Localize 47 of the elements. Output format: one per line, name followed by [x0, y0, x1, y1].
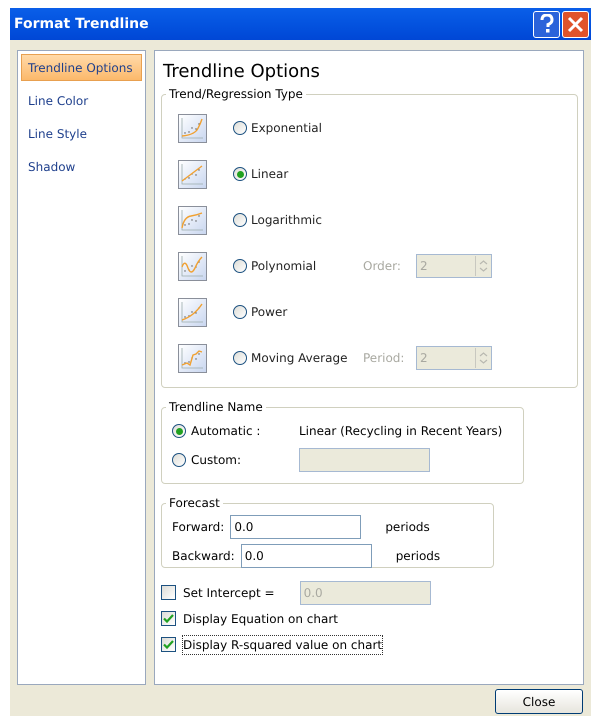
group-title: Forecast — [168, 495, 221, 512]
radio-button[interactable] — [233, 213, 247, 227]
sidebar-item[interactable]: Line Style — [21, 120, 142, 147]
close-icon — [567, 16, 584, 32]
forecast-field[interactable]: 0.0 — [230, 514, 362, 538]
forecast-field[interactable]: 0.0 — [240, 544, 372, 568]
option-label: Logarithmic — [251, 212, 322, 229]
help-icon — [540, 14, 554, 34]
option-label: Display Equation on chart — [183, 610, 338, 628]
radio-button[interactable] — [233, 167, 247, 181]
option-label: Linear — [251, 166, 288, 183]
sidebar-item[interactable]: Shadow — [21, 153, 142, 180]
field-label: Period: — [363, 350, 406, 367]
sidebar-item[interactable]: Trendline Options — [21, 54, 142, 81]
field-label: Backward: — [172, 548, 235, 564]
option-label: Exponential — [251, 120, 322, 137]
option-label: Power — [251, 304, 288, 321]
option-label: Moving Average — [251, 350, 348, 367]
radio-button[interactable] — [233, 121, 247, 135]
radio-button[interactable] — [172, 424, 186, 438]
unit-label: periods — [396, 548, 440, 564]
option-label: Automatic : — [191, 423, 260, 440]
field-label: Forward: — [172, 518, 224, 536]
trend-chart-icon — [178, 344, 207, 372]
sidebar-item[interactable]: Line Color — [21, 87, 142, 114]
unit-label: periods — [385, 518, 430, 536]
checkbox[interactable] — [161, 637, 176, 652]
trendline-name-text: Linear (Recycling in Recent Years) — [299, 423, 502, 440]
trend-chart-icon — [178, 298, 207, 326]
checkbox[interactable] — [161, 611, 176, 626]
group-title: Trend/Regression Type — [168, 86, 304, 103]
radio-button[interactable] — [233, 305, 247, 319]
help-button[interactable] — [533, 10, 560, 38]
group-title: Trendline Name — [168, 399, 264, 416]
option-label: Set Intercept = — [183, 584, 275, 602]
option-label: Polynomial — [251, 258, 316, 275]
close-dialog-button[interactable]: Close — [495, 689, 583, 714]
field-label: Order: — [363, 258, 402, 275]
panel-title: Trendline Options — [163, 60, 321, 84]
trend-chart-icon — [178, 160, 207, 188]
trend-chart-icon — [178, 206, 207, 234]
trend-chart-icon — [178, 252, 207, 280]
trend-chart-icon — [178, 114, 207, 142]
window-title: Format Trendline — [14, 14, 150, 34]
close-button[interactable] — [562, 10, 589, 38]
option-label: Custom: — [191, 452, 242, 469]
option-label: Display R-squared value on chart — [183, 636, 382, 654]
